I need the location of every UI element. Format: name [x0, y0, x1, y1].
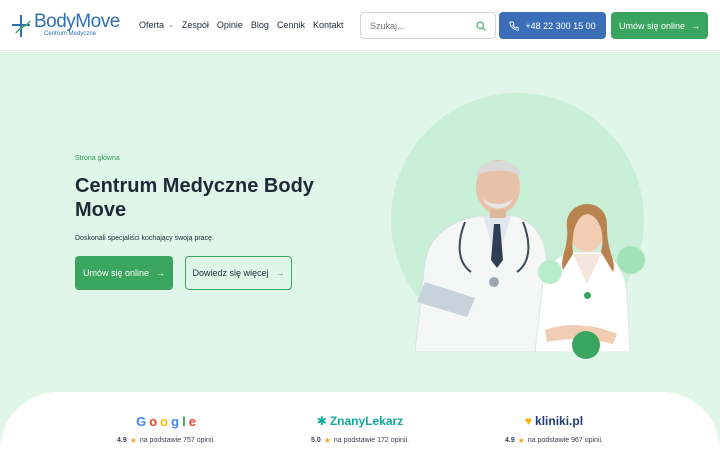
reviews-section: Google 4.9 ★ na podstawie 757 opinii. ✱ … [0, 392, 720, 450]
breadcrumb[interactable]: Strona główna [75, 155, 120, 162]
nav-item-label: Opinie [216, 20, 243, 30]
nav-item-cennik[interactable]: Cennik [277, 20, 305, 30]
review-score: 4.9 [504, 437, 515, 444]
review-summary: 4.9 ★ na podstawie 757 opinii. [96, 436, 236, 445]
star-icon: ★ [129, 436, 137, 445]
decorative-bubble [584, 292, 591, 299]
page-title: Centrum Medyczne Body Move [75, 175, 314, 221]
nav-item-label: Kontakt [312, 20, 344, 30]
hero-tagline: Doskonali specjaliści kochający swoją pr… [75, 235, 214, 242]
star-icon: ★ [323, 436, 331, 445]
phone-button[interactable]: +48 22 300 15 00 [499, 12, 606, 39]
star-icon: ★ [517, 436, 525, 445]
nav-item-label: Cennik [276, 20, 305, 30]
hero-learn-more-label: Dowiedz się więcej [192, 268, 269, 278]
main-nav: Oferta ⌄ Zespół Opinie Blog Cennik Konta… [139, 20, 343, 30]
review-count: na podstawie 757 opinii. [139, 437, 216, 444]
brand-logo[interactable]: BodyMove Centrum Medyczne [10, 11, 120, 41]
review-count: na podstawie 967 opinii. [527, 437, 604, 444]
nav-item-label: Blog [250, 20, 269, 30]
decorative-bubble [538, 260, 562, 284]
search-box [360, 12, 496, 39]
hero-book-label: Umów się online [82, 268, 150, 278]
review-znanylekarz[interactable]: ✱ ZnanyLekarz 5.0 ★ na podstawie 172 opi… [290, 412, 430, 445]
review-summary: 5.0 ★ na podstawie 172 opinii. [290, 436, 430, 445]
review-count: na podstawie 172 opinii. [333, 437, 410, 444]
search-input[interactable] [370, 19, 470, 33]
review-score: 4.9 [116, 437, 127, 444]
phone-icon [509, 21, 520, 30]
book-online-button[interactable]: Umów się online → [611, 12, 708, 39]
review-google[interactable]: Google 4.9 ★ na podstawie 757 opinii. [96, 412, 236, 446]
znanylekarz-logo: ✱ ZnanyLekarz [290, 412, 430, 430]
arrow-right-icon: → [691, 20, 701, 31]
arrow-right-icon: → [156, 268, 166, 278]
review-provider: kliniki.pl [535, 414, 584, 428]
site-header: BodyMove Centrum Medyczne Oferta ⌄ Zespó… [0, 0, 720, 51]
hero-learn-more-button[interactable]: Dowiedz się więcej → [185, 256, 292, 290]
hero-section: Strona główna Centrum Medyczne Body Move… [0, 52, 720, 450]
kliniki-heart-icon: ♥ [524, 414, 533, 428]
nav-item-blog[interactable]: Blog [251, 20, 269, 30]
brand-name: BodyMove [34, 11, 120, 32]
nav-item-label: Zespół [181, 20, 209, 30]
logo-cross-icon [12, 15, 31, 37]
book-online-label: Umów się online [618, 20, 686, 31]
search-icon[interactable] [476, 21, 486, 31]
nav-item-label: Oferta [139, 20, 165, 30]
decorative-bubble [572, 331, 600, 359]
nav-item-opinie[interactable]: Opinie [217, 20, 243, 30]
phone-number: +48 22 300 15 00 [525, 20, 596, 31]
nav-item-oferta[interactable]: Oferta ⌄ [139, 20, 174, 30]
chevron-down-icon: ⌄ [168, 22, 174, 29]
doctors-photo [414, 160, 631, 352]
review-summary: 4.9 ★ na podstawie 967 opinii. [484, 436, 624, 445]
nav-item-zespol[interactable]: Zespół [182, 20, 209, 30]
review-kliniki[interactable]: ♥ kliniki.pl 4.9 ★ na podstawie 967 opin… [484, 412, 624, 445]
kliniki-logo: ♥ kliniki.pl [484, 412, 624, 430]
google-logo: Google [136, 413, 196, 429]
hero-book-button[interactable]: Umów się online → [75, 256, 173, 290]
decorative-bubble [617, 246, 645, 274]
nav-item-kontakt[interactable]: Kontakt [313, 20, 344, 30]
brand-subtitle: Centrum Medyczne [44, 31, 97, 37]
review-provider: ZnanyLekarz [329, 414, 404, 428]
arrow-right-icon: → [275, 268, 285, 278]
znanylekarz-mark-icon: ✱ [316, 414, 327, 428]
review-score: 5.0 [310, 437, 321, 444]
